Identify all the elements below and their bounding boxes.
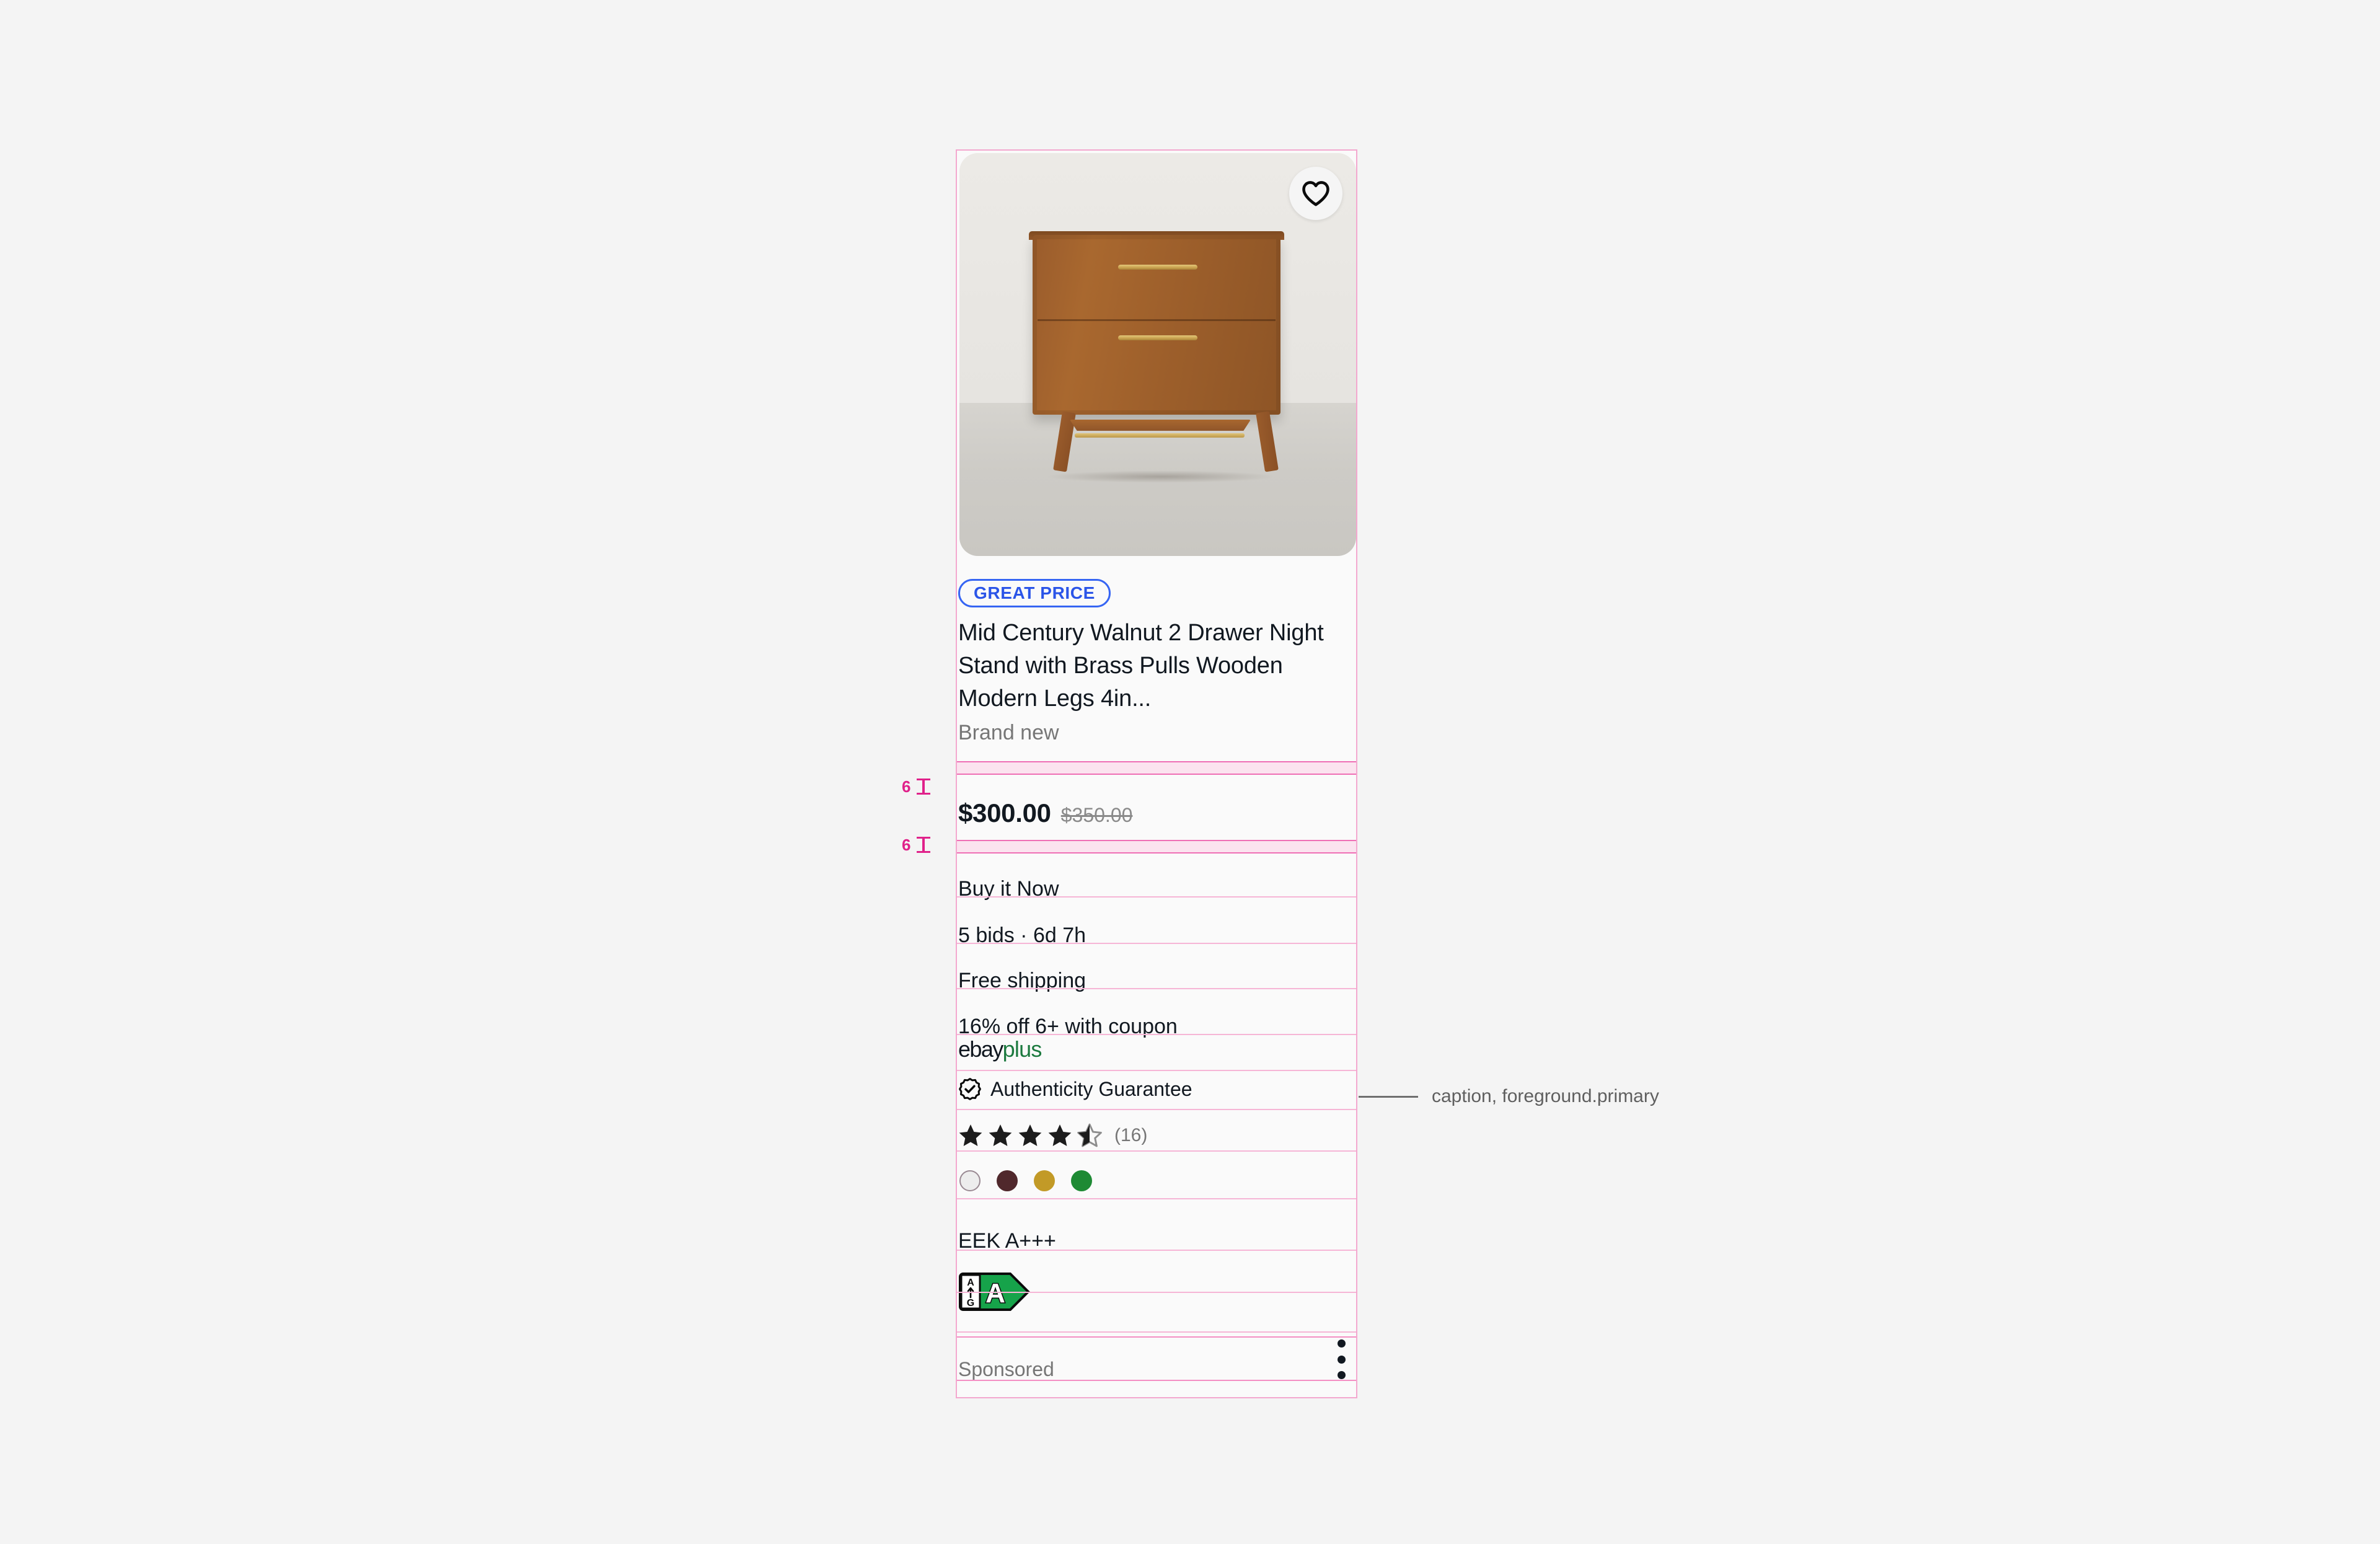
spacing-annotation-2: 6 <box>902 836 931 854</box>
star-icon-5-half <box>1076 1123 1103 1149</box>
nightstand-brace <box>1070 420 1251 431</box>
product-card[interactable]: GREAT PRICE Mid Century Walnut 2 Drawer … <box>956 149 1357 1398</box>
svg-text:G: G <box>967 1298 974 1308</box>
product-title[interactable]: Mid Century Walnut 2 Drawer Night Stand … <box>958 617 1342 715</box>
star-icon-4 <box>1046 1123 1073 1149</box>
nightstand-pull-bottom <box>1118 335 1197 340</box>
product-condition: Brand new <box>958 721 1059 744</box>
spacing-value: 6 <box>902 836 911 854</box>
baseline-rule <box>957 1070 1356 1071</box>
authenticity-label: Authenticity Guarantee <box>990 1078 1192 1100</box>
callout-leader-line <box>1359 1095 1418 1098</box>
i-beam-marker-icon <box>917 779 931 795</box>
detail-coupon: 16% off 6+ with coupon <box>958 1015 1178 1038</box>
star-icon-1 <box>957 1123 984 1149</box>
badge-label: GREAT PRICE <box>974 583 1095 602</box>
star-icon-2 <box>987 1123 1014 1149</box>
ebay-wordmark: ebay <box>958 1036 1003 1062</box>
product-shadow <box>1046 470 1276 483</box>
detail-shipping: Free shipping <box>958 969 1086 992</box>
review-count: (16) <box>1114 1125 1148 1145</box>
swatch-green[interactable] <box>1071 1170 1092 1191</box>
swatch-white[interactable] <box>959 1170 981 1191</box>
nightstand-brass-rail <box>1075 433 1245 438</box>
authenticity-guarantee-row: Authenticity Guarantee <box>958 1077 1192 1101</box>
price-row: $300.00 $350.00 <box>958 798 1132 828</box>
swatch-gold[interactable] <box>1034 1170 1055 1191</box>
baseline-rule <box>957 1109 1356 1110</box>
spacing-value: 6 <box>902 777 911 796</box>
detail-bids-time: 5 bids · 6d 7h <box>958 924 1086 947</box>
i-beam-marker-icon <box>917 837 931 853</box>
spacing-band-above-price <box>957 761 1356 775</box>
svg-text:A: A <box>985 1278 1005 1308</box>
baseline-rule <box>957 1198 1356 1199</box>
screenshot-canvas: 6 6 GREAT PRICE Mid Century Walnut 2 Dra… <box>0 0 2380 1544</box>
star-icon-3 <box>1016 1123 1044 1149</box>
current-price: $300.00 <box>958 798 1051 827</box>
product-image[interactable] <box>959 153 1356 556</box>
energy-rating-badge[interactable]: A G A <box>958 1273 1031 1311</box>
original-price: $350.00 <box>1060 804 1133 826</box>
nightstand-body <box>1033 235 1280 415</box>
rating-row[interactable]: (16) <box>957 1123 1147 1149</box>
callout-label: caption, foreground.primary <box>1432 1086 1659 1106</box>
baseline-rule <box>957 1331 1356 1333</box>
spacing-band-below-price <box>957 840 1356 854</box>
favorite-button[interactable] <box>1289 167 1342 220</box>
energy-label-icon: A G A <box>959 1273 1030 1311</box>
detail-buy-it-now: Buy it Now <box>958 877 1059 901</box>
footer-divider <box>957 1336 1356 1338</box>
color-swatch-row[interactable] <box>959 1170 1092 1191</box>
swatch-dark-brown[interactable] <box>997 1170 1018 1191</box>
nightstand-drawer-split <box>1038 319 1276 321</box>
baseline-rule <box>957 1150 1356 1152</box>
great-price-badge: GREAT PRICE <box>958 579 1111 607</box>
spacing-annotation-1: 6 <box>902 777 931 796</box>
kebab-menu-icon[interactable] <box>1336 1339 1346 1379</box>
energy-efficiency-label: EEK A+++ <box>958 1229 1056 1253</box>
plus-wordmark: plus <box>1002 1036 1042 1062</box>
callout-annotation: caption, foreground.primary <box>1359 1087 1659 1106</box>
ebay-plus-logo: ebayplus <box>958 1038 1042 1061</box>
nightstand-pull-top <box>1118 265 1197 270</box>
heart-icon <box>1302 181 1329 206</box>
svg-text:A: A <box>967 1277 974 1288</box>
verified-badge-icon <box>959 1078 981 1100</box>
sponsored-label: Sponsored <box>958 1358 1054 1380</box>
